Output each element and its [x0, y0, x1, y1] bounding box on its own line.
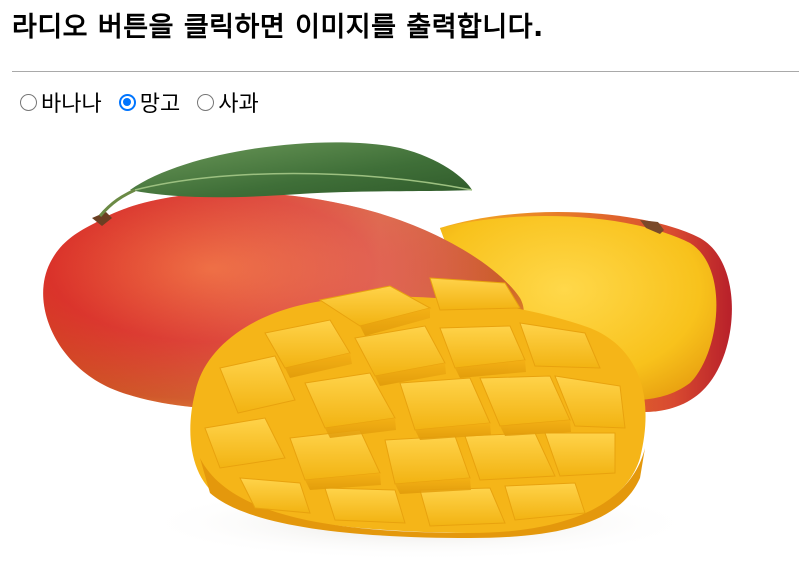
radio-label-apple[interactable]: 사과 [218, 86, 258, 118]
radio-option-apple[interactable]: 사과 [189, 86, 259, 118]
radio-option-banana[interactable]: 바나나 [12, 86, 102, 118]
radio-option-mango[interactable]: 망고 [111, 86, 180, 118]
radio-label-mango[interactable]: 망고 [140, 86, 180, 118]
page-title: 라디오 버튼을 클릭하면 이미지를 출력합니다. [12, 12, 544, 43]
radio-apple[interactable] [197, 93, 215, 111]
mango-image [0, 128, 799, 561]
mango-illustration [43, 142, 732, 561]
fruit-radio-group: 바나나 망고 사과 [12, 86, 799, 118]
page: 라디오 버튼을 클릭하면 이미지를 출력합니다. 바나나 망고 사과 [0, 0, 799, 118]
radio-mango[interactable] [118, 93, 136, 111]
divider [12, 71, 799, 72]
radio-banana[interactable] [20, 93, 37, 111]
radio-label-banana[interactable]: 바나나 [41, 86, 102, 118]
